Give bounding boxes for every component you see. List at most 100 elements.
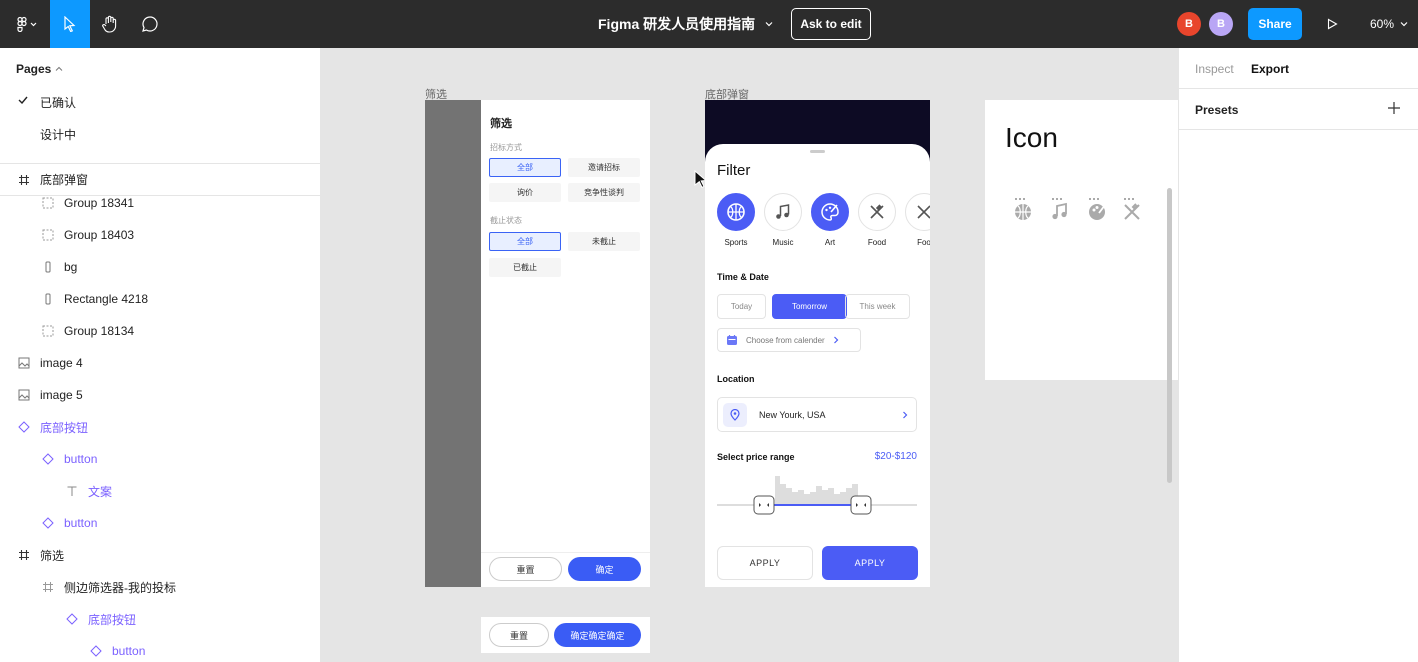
canvas-scrollbar[interactable] — [1167, 188, 1172, 483]
layer-label: 文案 — [88, 484, 113, 499]
palette-icon — [811, 193, 849, 231]
category-food[interactable]: Foo — [905, 193, 930, 247]
layer-label: Group 18403 — [64, 228, 135, 242]
fork-knife-icon — [858, 193, 896, 231]
section-title: Select price range — [717, 452, 795, 462]
chevron-down-icon — [765, 22, 773, 27]
hand-icon — [102, 15, 117, 33]
category-food[interactable]: Food — [858, 193, 896, 247]
page-item[interactable]: 设计中 — [40, 126, 76, 143]
component-icon — [41, 516, 55, 530]
layer-row[interactable]: image 5 — [0, 379, 320, 411]
category-sports[interactable]: Sports — [717, 193, 755, 247]
price-range-value: $20-$120 — [874, 451, 917, 462]
avatar[interactable]: B — [1177, 12, 1201, 36]
layer-row[interactable]: image 4 — [0, 347, 320, 379]
confirm-button[interactable]: 确定确定确定 — [554, 623, 641, 647]
divider — [1179, 88, 1418, 89]
rectangle-icon — [41, 260, 55, 274]
apply-button-outline[interactable]: APPLY — [717, 546, 813, 580]
avatar[interactable]: B — [1209, 12, 1233, 36]
location-selector[interactable]: New Yourk, USA — [717, 397, 917, 432]
layer-row[interactable]: 筛选 — [0, 539, 320, 571]
plus-icon[interactable] — [1387, 101, 1401, 115]
slider-handle-max[interactable] — [850, 495, 872, 515]
present-button[interactable] — [1318, 0, 1346, 48]
layers-panel: Pages 已确认 设计中 底部弹窗 Group 18341 Group 184… — [0, 48, 321, 662]
calendar-label: Choose from calender — [746, 335, 825, 345]
share-button[interactable]: Share — [1248, 8, 1302, 40]
section-label: 截止状态 — [490, 216, 522, 225]
move-tool-button[interactable] — [50, 0, 90, 48]
layer-row[interactable]: Group 18341 — [0, 187, 320, 219]
icon-frame[interactable]: Icon — [985, 100, 1178, 380]
file-title-menu[interactable]: Figma 研发人员使用指南 — [598, 0, 773, 48]
rectangle-icon — [41, 292, 55, 306]
filter-chip[interactable]: 未截止 — [568, 232, 640, 251]
hand-tool-button[interactable] — [90, 0, 130, 48]
layer-row[interactable]: Group 18403 — [0, 219, 320, 251]
calendar-icon — [727, 335, 737, 345]
bottom-button-bar[interactable]: 重置 确定确定确定 — [481, 617, 650, 653]
date-chip[interactable]: This week — [845, 294, 910, 319]
layer-row[interactable]: 侧边筛选器-我的投标 — [0, 571, 320, 603]
date-chip[interactable]: Today — [717, 294, 766, 319]
slider-handle-min[interactable] — [753, 495, 775, 515]
layer-row[interactable]: bg — [0, 251, 320, 283]
reset-button[interactable]: 重置 — [489, 623, 549, 647]
comment-tool-button[interactable] — [130, 0, 170, 48]
mouse-cursor-icon — [694, 170, 708, 188]
filter-chip[interactable]: 已截止 — [489, 258, 561, 277]
page-item[interactable]: 已确认 — [40, 94, 76, 111]
filter-chip[interactable]: 邀请招标 — [568, 158, 640, 177]
filter-chip[interactable]: 全部 — [489, 158, 561, 177]
figma-logo-icon — [17, 16, 37, 32]
palette-icon[interactable] — [1086, 197, 1108, 223]
category-art[interactable]: Art — [811, 193, 849, 247]
drag-handle[interactable] — [810, 150, 825, 153]
price-range-slider[interactable] — [717, 472, 917, 520]
date-chip[interactable]: Tomorrow — [772, 294, 847, 319]
layer-row[interactable]: button — [0, 635, 320, 662]
layer-row[interactable]: Group 18134 — [0, 315, 320, 347]
pages-header[interactable]: Pages — [16, 62, 63, 76]
layer-label: 底部按钮 — [88, 612, 137, 627]
basketball-icon[interactable] — [1012, 197, 1034, 223]
layer-label: 侧边筛选器-我的投标 — [64, 580, 176, 595]
divider — [1179, 129, 1418, 130]
reset-button[interactable]: 重置 — [489, 557, 562, 581]
fork-knife-icon[interactable] — [1121, 197, 1143, 223]
layer-row[interactable]: button — [0, 443, 320, 475]
layer-label: image 4 — [40, 356, 83, 370]
category-music[interactable]: Music — [764, 193, 802, 247]
layer-row[interactable]: Rectangle 4218 — [0, 283, 320, 315]
music-note-icon — [764, 193, 802, 231]
filter-chip[interactable]: 竞争性谈判 — [568, 183, 640, 202]
tab-inspect[interactable]: Inspect — [1195, 62, 1234, 76]
ask-to-edit-button[interactable]: Ask to edit — [791, 8, 871, 40]
zoom-menu[interactable]: 60% — [1370, 0, 1408, 48]
layer-label: Rectangle 4218 — [64, 292, 149, 306]
chevron-right-icon — [833, 336, 839, 344]
calendar-picker[interactable]: Choose from calender — [717, 328, 861, 352]
group-icon — [41, 196, 55, 210]
music-note-icon[interactable] — [1049, 197, 1071, 223]
layer-row[interactable]: 底部按钮 — [0, 411, 320, 443]
filter-frame[interactable]: 筛选 招标方式 全部 邀请招标 询价 竞争性谈判 截止状态 全部 未截止 已截止… — [425, 100, 650, 587]
filter-chip[interactable]: 全部 — [489, 232, 561, 251]
tab-export[interactable]: Export — [1251, 62, 1289, 76]
image-icon — [17, 356, 31, 370]
apply-button-filled[interactable]: APPLY — [822, 546, 918, 580]
bottom-sheet-frame[interactable]: Filter Sports Music Art Food Foo Time & … — [705, 100, 930, 587]
top-toolbar: Figma 研发人员使用指南 Ask to edit B B Share 60% — [0, 0, 1418, 48]
layer-row[interactable]: 底部按钮 — [0, 603, 320, 635]
confirm-button[interactable]: 确定 — [568, 557, 641, 581]
layer-row[interactable]: 文案 — [0, 475, 320, 507]
filter-sheet: Filter Sports Music Art Food Foo Time & … — [705, 144, 930, 587]
main-menu-button[interactable] — [0, 0, 48, 48]
chevron-down-icon — [1400, 22, 1408, 27]
component-icon — [17, 420, 31, 434]
cursor-arrow-icon — [64, 16, 76, 32]
filter-chip[interactable]: 询价 — [489, 183, 561, 202]
layer-row[interactable]: button — [0, 507, 320, 539]
